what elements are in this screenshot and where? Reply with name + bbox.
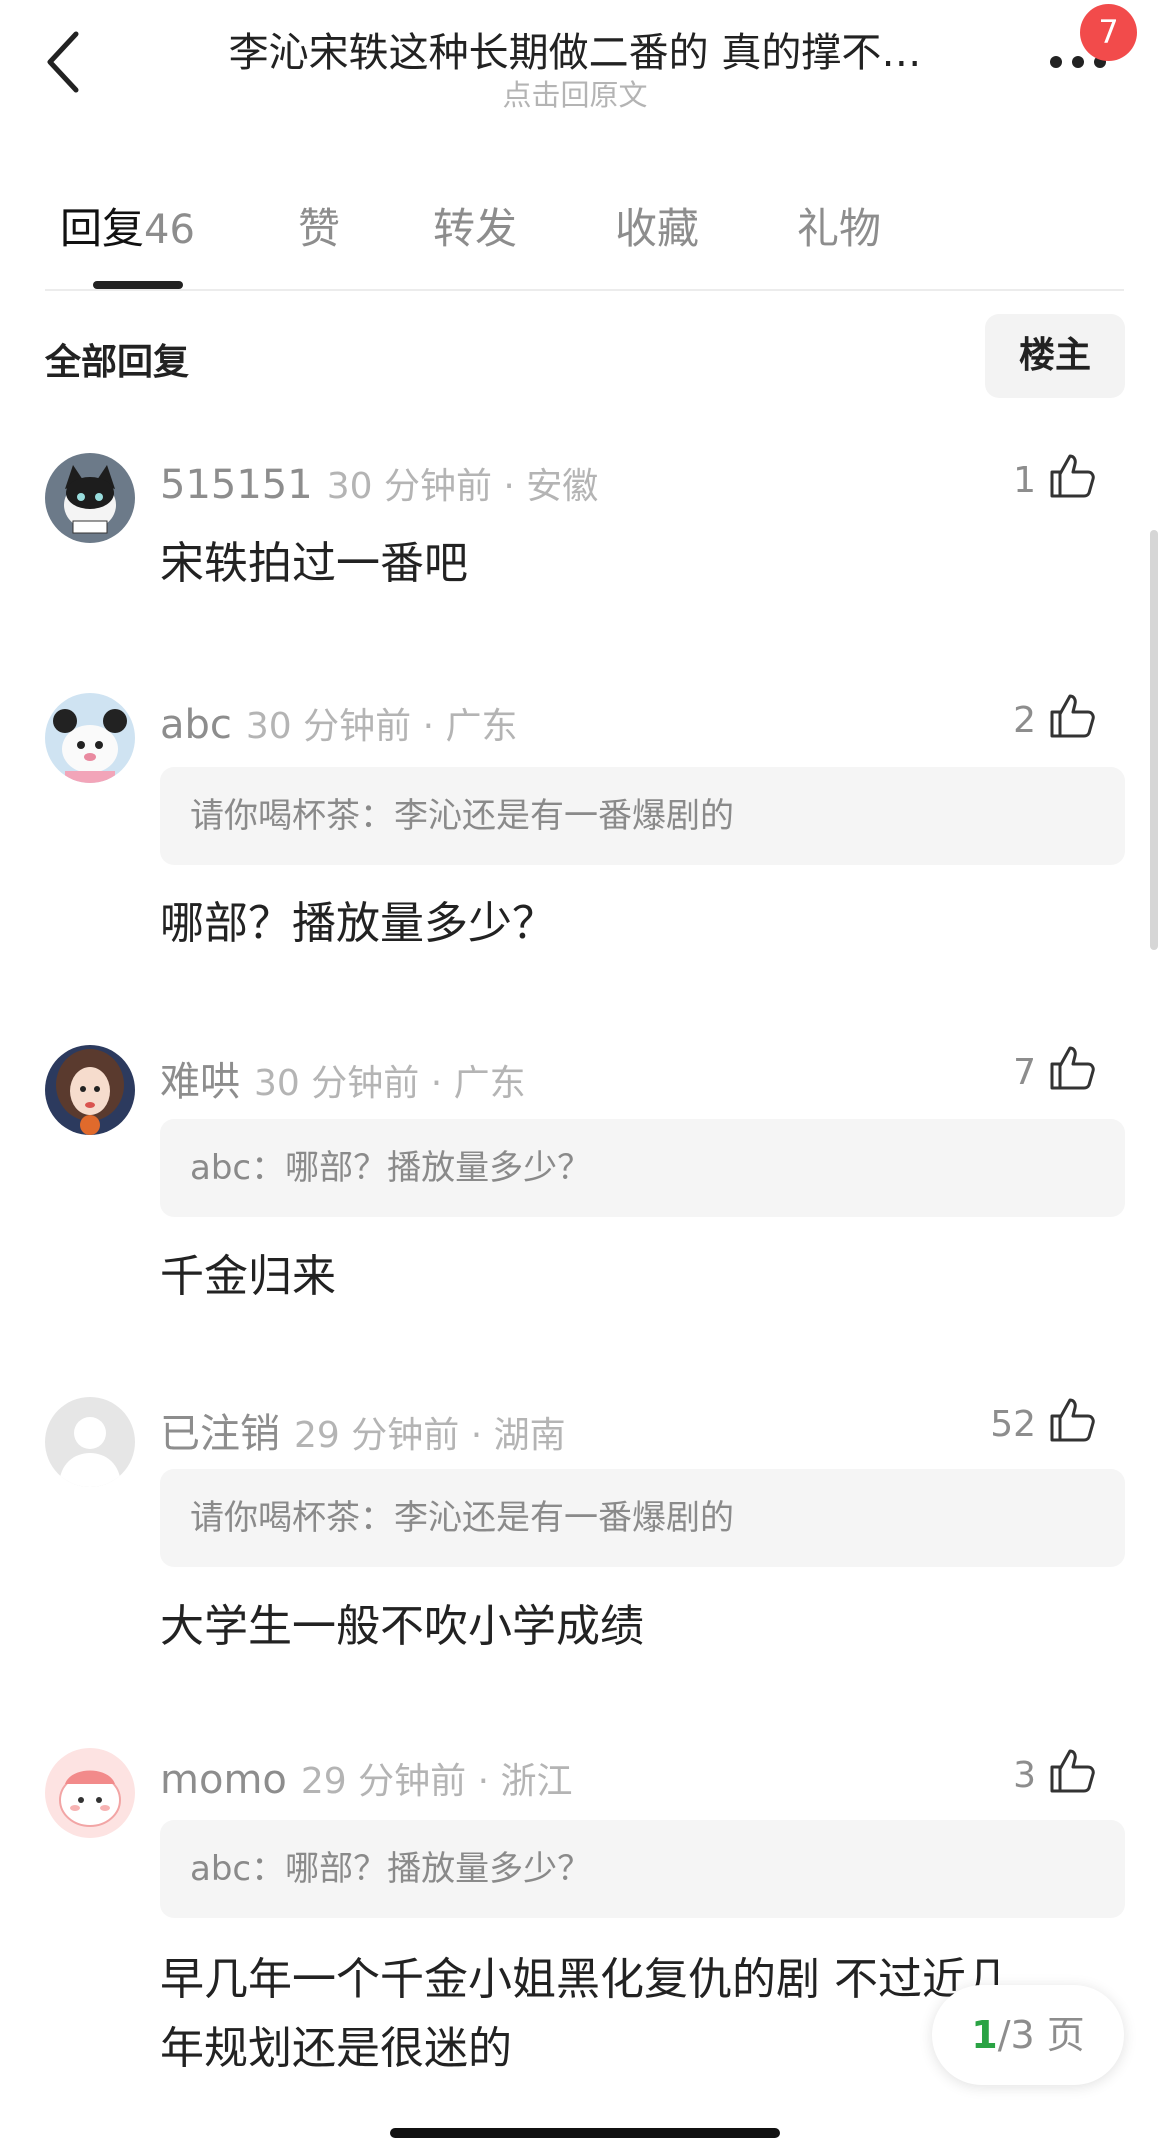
back-to-original-link[interactable]: 点击回原文 [150,72,1000,114]
comment-text: 大学生一般不吹小学成绩 [160,1601,644,1652]
avatar[interactable] [45,1397,135,1487]
divider [45,289,1124,291]
timestamp: 30 分钟前 · 广东 [245,706,518,747]
username[interactable]: 已注销 [160,1411,280,1457]
timestamp: 30 分钟前 · 安徽 [326,466,599,507]
tab-replies-count: 46 [144,207,195,253]
active-tab-indicator [93,281,183,289]
op-filter-button[interactable]: 楼主 [985,314,1125,398]
current-page: 1 [971,2013,998,2057]
like-count: 3 [1013,1755,1036,1796]
username[interactable]: abc [160,702,232,748]
scrollbar[interactable] [1150,530,1158,950]
timestamp: 29 分钟前 · 湖南 [294,1415,566,1456]
comment-meta: 515151 30 分钟前 · 安徽 [160,457,598,509]
comment-text: 千金归来 [160,1251,336,1302]
like-count: 52 [990,1404,1036,1445]
comment-text: 宋轶拍过一番吧 [160,538,468,589]
username[interactable]: 515151 [160,462,313,508]
thumbs-up-icon [1050,1398,1095,1442]
page-indicator[interactable]: 1/3 页 [932,1985,1124,2085]
like-count: 1 [1013,460,1036,501]
home-indicator[interactable] [390,2128,780,2138]
tab-reposts[interactable]: 转发 [433,195,517,256]
girl-avatar-icon [45,1045,135,1135]
page-title[interactable]: 李沁宋轶这种长期做二番的 真的撑不… [150,20,1000,78]
username[interactable]: 难哄 [160,1059,240,1105]
comment-meta: 已注销 29 分钟前 · 湖南 [160,1401,566,1459]
like-button[interactable] [1048,1396,1096,1444]
timestamp: 30 分钟前 · 广东 [254,1063,526,1104]
avatar[interactable] [45,1748,135,1838]
thumbs-up-icon [1050,1046,1095,1090]
notification-badge: 7 [1080,4,1137,61]
chevron-left-icon [47,31,79,93]
comment-text: 哪部？播放量多少？ [160,898,556,949]
quoted-reply[interactable]: abc：哪部？播放量多少？ [160,1119,1125,1217]
comment-text-continued: 年规划还是很迷的 [160,2023,512,2074]
thumbs-up-icon [1050,454,1095,498]
pink-character-avatar-icon [45,1748,135,1838]
plush-avatar-icon [45,693,135,783]
quoted-reply[interactable]: 请你喝杯茶：李沁还是有一番爆剧的 [160,767,1125,865]
quoted-reply[interactable]: 请你喝杯茶：李沁还是有一番爆剧的 [160,1469,1125,1567]
comment-meta: abc 30 分钟前 · 广东 [160,697,518,749]
quoted-reply[interactable]: abc：哪部？播放量多少？ [160,1820,1125,1918]
tab-likes[interactable]: 赞 [298,195,340,256]
comment-meta: momo 29 分钟前 · 浙江 [160,1752,572,1804]
tab-favorites[interactable]: 收藏 [615,195,699,256]
like-button[interactable] [1048,1044,1096,1092]
total-pages: /3 页 [997,2013,1085,2057]
cat-avatar-icon [45,453,135,543]
comment-text: 早几年一个千金小姐黑化复仇的剧 不过近几 [160,1954,1010,2005]
username[interactable]: momo [160,1757,287,1803]
like-button[interactable] [1048,1747,1096,1795]
tab-replies[interactable]: 回复46 [60,195,195,256]
like-count: 7 [1013,1052,1036,1093]
avatar[interactable] [45,453,135,543]
avatar[interactable] [45,1045,135,1135]
tab-replies-label: 回复 [60,204,145,253]
comment-meta: 难哄 30 分钟前 · 广东 [160,1049,526,1107]
thumbs-up-icon [1050,694,1095,738]
section-title: 全部回复 [45,342,190,383]
avatar[interactable] [45,693,135,783]
back-button[interactable] [44,30,84,94]
thumbs-up-icon [1050,1749,1095,1793]
default-avatar-icon [45,1397,135,1487]
like-button[interactable] [1048,452,1096,500]
like-button[interactable] [1048,692,1096,740]
timestamp: 29 分钟前 · 浙江 [300,1761,573,1802]
like-count: 2 [1013,700,1036,741]
tab-gifts[interactable]: 礼物 [797,195,881,256]
